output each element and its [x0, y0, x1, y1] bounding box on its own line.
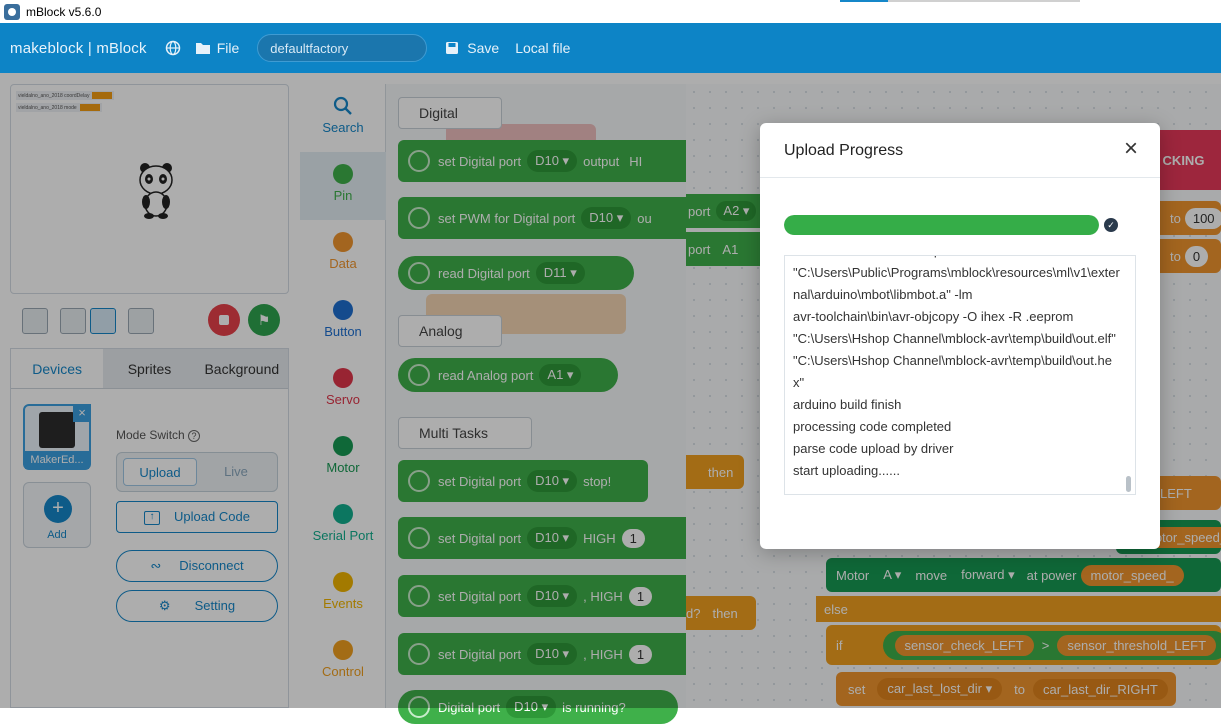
- save-button[interactable]: Save: [445, 40, 499, 56]
- save-label: Save: [467, 40, 499, 56]
- dialog-title: Upload Progress: [784, 142, 903, 160]
- makeblock-logo: makeblock | mBlock: [10, 40, 147, 57]
- log-scrollbar[interactable]: [1126, 476, 1131, 492]
- upload-progress-bar: [784, 215, 1099, 235]
- project-name-input[interactable]: defaultfactory: [257, 34, 427, 62]
- check-icon: ✓: [1104, 218, 1118, 232]
- folder-icon: [195, 41, 211, 55]
- globe-icon[interactable]: [165, 40, 181, 56]
- dialog-header: Upload Progress ×: [760, 123, 1160, 178]
- file-menu[interactable]: File: [195, 40, 240, 56]
- upload-progress-dialog: Upload Progress × ✓ Channel\mblock-avr\t…: [760, 123, 1160, 549]
- log-text: Channel\mblock-avr\temp\build\code.o "C:…: [793, 255, 1123, 482]
- local-file-button[interactable]: Local file: [515, 40, 570, 56]
- file-menu-label: File: [217, 40, 240, 56]
- window-titlebar: mBlock v5.6.0: [0, 0, 1221, 23]
- progress-fill: [784, 215, 1099, 235]
- close-icon[interactable]: ×: [1118, 137, 1144, 163]
- save-icon: [445, 41, 459, 55]
- window-title: mBlock v5.6.0: [26, 5, 101, 19]
- mblock-app-icon: [4, 4, 20, 20]
- upload-log[interactable]: Channel\mblock-avr\temp\build\code.o "C:…: [784, 255, 1136, 495]
- titlebar-accent: [840, 0, 888, 2]
- menubar: makeblock | mBlock File defaultfactory S…: [0, 23, 1221, 73]
- titlebar-strip: [888, 0, 1080, 2]
